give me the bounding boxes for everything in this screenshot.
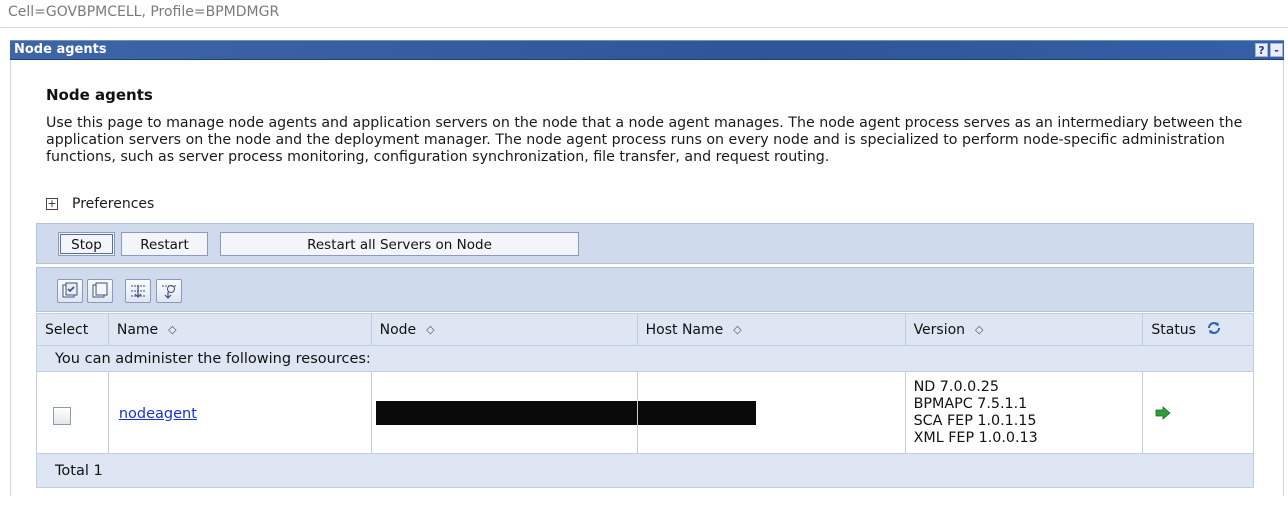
sort-icon[interactable]: ◇ — [733, 323, 741, 336]
panel-header: Node agents ? - — [10, 40, 1284, 60]
column-header-status[interactable]: Status — [1142, 313, 1254, 346]
sort-icon[interactable]: ◇ — [426, 323, 434, 336]
column-header-version[interactable]: Version ◇ — [904, 313, 1144, 346]
sort-icon[interactable]: ◇ — [168, 323, 176, 336]
version-line: SCA FEP 1.0.1.15 — [913, 412, 1037, 429]
nodeagent-link[interactable]: nodeagent — [117, 406, 197, 422]
deselect-all-icon[interactable] — [87, 279, 113, 303]
table-row: nodeagent ND 7.0.0.25 BPMAPC 7.5.1.1 SCA… — [36, 371, 1254, 454]
action-toolbar: Stop Restart Restart all Servers on Node — [36, 223, 1254, 264]
started-arrow-icon — [1155, 405, 1171, 424]
resources-row: You can administer the following resourc… — [36, 345, 1254, 372]
table-header-row: Select Name ◇ Node ◇ Host Name ◇ Version ◇ S… — [36, 313, 1254, 346]
preferences-label[interactable]: Preferences — [72, 196, 154, 212]
divider — [0, 27, 1288, 28]
column-header-node[interactable]: Node ◇ — [370, 313, 638, 346]
restart-button[interactable]: Restart — [121, 232, 208, 256]
resources-label: You can administer the following resourc… — [36, 345, 1254, 372]
stop-button[interactable]: Stop — [58, 232, 115, 256]
expand-icon[interactable]: + — [46, 198, 58, 210]
total-label: Total 1 — [36, 453, 1254, 488]
node-cell — [370, 371, 638, 454]
version-cell: ND 7.0.0.25 BPMAPC 7.5.1.1 SCA FEP 1.0.1… — [904, 371, 1144, 454]
restart-all-servers-button[interactable]: Restart all Servers on Node — [220, 232, 579, 256]
column-header-select: Select — [36, 313, 109, 346]
redacted-host-value — [637, 401, 756, 425]
help-button[interactable]: ? — [1255, 43, 1268, 57]
status-cell — [1142, 371, 1254, 454]
clear-filter-icon[interactable] — [156, 279, 182, 303]
version-line: ND 7.0.0.25 — [913, 378, 999, 395]
version-line: XML FEP 1.0.0.13 — [913, 429, 1038, 446]
name-cell: nodeagent — [107, 371, 372, 454]
column-header-host-name[interactable]: Host Name ◇ — [636, 313, 906, 346]
select-cell — [36, 371, 109, 454]
redacted-node-value — [375, 401, 637, 425]
sort-icon[interactable]: ◇ — [975, 323, 983, 336]
preferences-toggle[interactable]: + Preferences — [46, 196, 154, 212]
version-line: BPMAPC 7.5.1.1 — [913, 395, 1028, 412]
row-select-checkbox[interactable] — [53, 407, 71, 425]
refresh-status-icon[interactable] — [1206, 320, 1222, 340]
host-cell — [636, 371, 906, 454]
panel-title: Node agents — [14, 42, 107, 57]
page-title: Node agents — [46, 86, 153, 104]
node-agents-table: Select Name ◇ Node ◇ Host Name ◇ Version ◇ S… — [36, 313, 1254, 488]
minimize-button[interactable]: - — [1270, 43, 1283, 57]
select-all-icon[interactable] — [57, 279, 83, 303]
page-description: Use this page to manage node agents and … — [46, 115, 1243, 165]
show-filter-icon[interactable] — [125, 279, 151, 303]
breadcrumb: Cell=GOVBPMCELL, Profile=BPMDMGR — [8, 4, 280, 20]
total-row: Total 1 — [36, 453, 1254, 488]
column-header-name[interactable]: Name ◇ — [107, 313, 372, 346]
selection-toolbar — [36, 267, 1254, 312]
